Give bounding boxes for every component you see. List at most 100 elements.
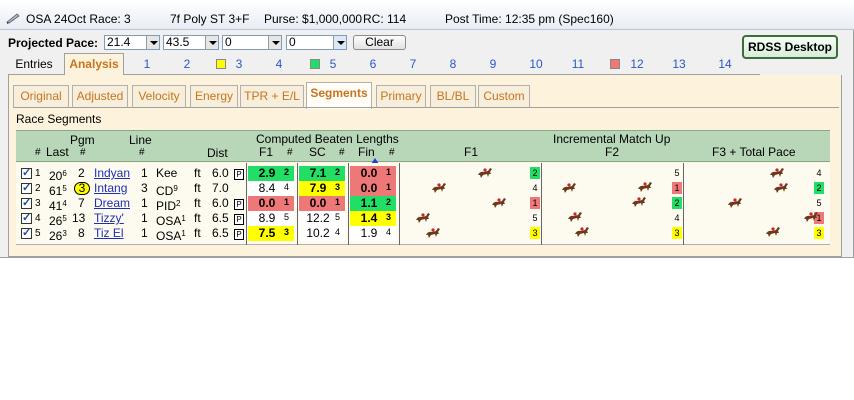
track-code: OSA xyxy=(156,229,182,243)
subtab-original[interactable]: Original xyxy=(13,85,69,107)
horse-runner-icon xyxy=(476,166,494,180)
sc-cell: 12.2 5 xyxy=(299,211,345,226)
horse-name-link[interactable]: Tiz El xyxy=(94,226,124,241)
inc-f2-rank: 1 xyxy=(672,182,682,194)
last-sup: 6 xyxy=(62,169,67,178)
subtab-energy[interactable]: Energy xyxy=(190,85,238,107)
horse-name-link[interactable]: Intang xyxy=(94,181,127,196)
header-f1: F1 xyxy=(259,145,274,159)
pgm-number: 3 xyxy=(74,181,90,196)
tab-horse-5[interactable]: 5 xyxy=(298,55,348,75)
sc-cell-rank: 1 xyxy=(335,197,341,207)
table-row[interactable]: 52638Tiz El1OSA1ft6.5P7.5310.241.94333 xyxy=(16,226,830,244)
last-sup: 5 xyxy=(62,214,67,223)
sc-cell: 7.1 2 xyxy=(299,166,345,181)
row-checkbox[interactable] xyxy=(21,166,32,179)
horse-name-link[interactable]: Tizzy' xyxy=(94,211,124,226)
header-fin: Fin xyxy=(358,145,375,159)
table-row[interactable]: 12062Indyan1Keeft6.0P2.927.120.01254 xyxy=(16,166,830,183)
row-index: 3 xyxy=(35,198,41,209)
table-row[interactable]: 26153Intang3CD9ft7.08.447.930.01412 xyxy=(16,181,830,198)
subtab-velocity[interactable]: Velocity xyxy=(132,85,186,107)
last-days: 263 xyxy=(49,226,67,244)
distance: 6.0 xyxy=(212,166,229,180)
horse-name-link[interactable]: Indyan xyxy=(94,166,130,181)
tab-horse-1[interactable]: 1 xyxy=(132,55,162,75)
column-divider xyxy=(348,163,349,245)
distance: 6.0 xyxy=(212,196,229,210)
surface: ft xyxy=(194,166,201,180)
pencil-icon xyxy=(6,13,20,24)
track-sup: 1 xyxy=(181,229,186,238)
tab-horse-10[interactable]: 10 xyxy=(518,55,554,75)
track-sup: 2 xyxy=(176,199,181,208)
horse-runner-icon xyxy=(764,225,782,239)
f1-cell: 8.9 5 xyxy=(248,211,294,226)
pace-input-4[interactable]: 0 xyxy=(286,35,347,50)
inc-f3-rank: 5 xyxy=(816,198,822,208)
projected-pace-label: Projected Pace: xyxy=(8,36,99,50)
row-checkbox[interactable] xyxy=(21,226,32,239)
f1-cell-rank: 5 xyxy=(284,212,290,222)
tab-label: 14 xyxy=(718,57,732,71)
sc-cell-rank: 4 xyxy=(335,227,341,237)
tab-horse-11[interactable]: 11 xyxy=(560,55,596,75)
tab-label: 10 xyxy=(529,57,543,71)
f1-cell-rank: 3 xyxy=(284,227,290,237)
header-inc-f1: F1 xyxy=(464,145,479,159)
subtab-bl-bl[interactable]: BL/BL xyxy=(430,85,476,107)
sc-cell-rank: 2 xyxy=(335,167,341,177)
tab-entries[interactable]: Entries xyxy=(10,55,58,75)
pgm-number: 2 xyxy=(78,166,85,180)
subtab-segments[interactable]: Segments xyxy=(306,82,372,109)
inc-f1-rank: 5 xyxy=(532,213,538,223)
race-purse: Purse: $1,000,000 xyxy=(264,12,363,26)
tab-label: 4 xyxy=(275,57,283,71)
horse-runner-icon xyxy=(424,226,442,240)
tab-horse-12[interactable]: 12 xyxy=(602,55,652,75)
tab-label: 2 xyxy=(183,57,191,71)
color-swatch xyxy=(309,59,320,69)
tab-analysis[interactable]: Analysis xyxy=(64,53,124,76)
subtab-tpr-e-l[interactable]: TPR + E/L xyxy=(240,85,304,107)
line-number: 3 xyxy=(141,181,148,195)
subtab-custom[interactable]: Custom xyxy=(478,85,530,107)
tab-label: 11 xyxy=(571,57,585,71)
inc-f2-rank: 4 xyxy=(674,213,680,223)
fin-cell-value: 1.1 xyxy=(360,196,378,210)
surface: ft xyxy=(194,226,201,240)
f1-cell-rank: 2 xyxy=(284,167,290,177)
subtab-adjusted[interactable]: Adjusted xyxy=(72,85,128,107)
table-row[interactable]: 34147Dream1PID2ft6.0P0.010.011.12125 xyxy=(16,196,830,213)
tab-label: 13 xyxy=(672,57,686,71)
header-sc: SC xyxy=(309,145,326,159)
row-checkbox[interactable] xyxy=(21,181,32,194)
tab-horse-9[interactable]: 9 xyxy=(478,55,508,75)
pace-input-1[interactable]: 21.4 xyxy=(104,35,160,50)
row-checkbox[interactable] xyxy=(21,211,32,224)
chevron-down-icon[interactable] xyxy=(268,36,281,49)
subtab-primary[interactable]: Primary xyxy=(376,85,426,107)
chevron-down-icon[interactable] xyxy=(146,36,159,49)
tab-horse-8[interactable]: 8 xyxy=(438,55,468,75)
chevron-down-icon[interactable] xyxy=(205,36,218,49)
fin-cell-rank: 4 xyxy=(386,227,392,237)
poly-indicator: P xyxy=(234,166,244,181)
chevron-down-icon[interactable] xyxy=(333,36,346,49)
tab-label: 7 xyxy=(409,57,417,71)
pace-input-2[interactable]: 43.5 xyxy=(163,35,219,50)
row-checkbox[interactable] xyxy=(21,196,32,209)
tab-horse-13[interactable]: 13 xyxy=(664,55,694,75)
tab-horse-2[interactable]: 2 xyxy=(172,55,202,75)
pace-input-3[interactable]: 0 xyxy=(222,35,282,50)
tab-horse-4[interactable]: 4 xyxy=(264,55,294,75)
sc-cell-value: 7.1 xyxy=(309,166,327,180)
tab-horse-7[interactable]: 7 xyxy=(398,55,428,75)
header-fin-rank: # xyxy=(389,147,395,158)
tab-horse-6[interactable]: 6 xyxy=(358,55,388,75)
tab-horse-3[interactable]: 3 xyxy=(204,55,254,75)
post-time: Post Time: 12:35 pm (Spec160) xyxy=(445,12,614,26)
tab-horse-14[interactable]: 14 xyxy=(708,55,742,75)
clear-button[interactable]: Clear xyxy=(353,35,406,50)
horse-name-link[interactable]: Dream xyxy=(94,196,130,211)
